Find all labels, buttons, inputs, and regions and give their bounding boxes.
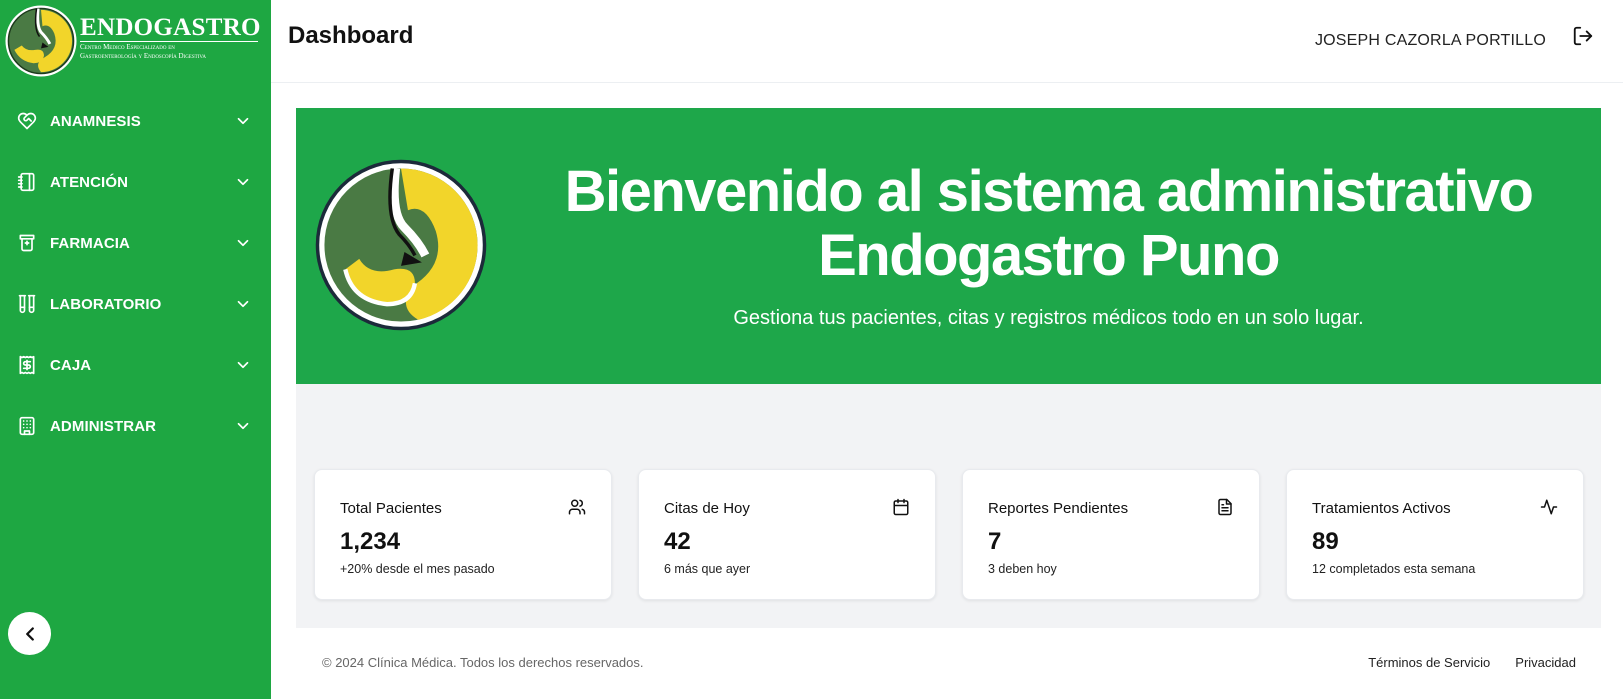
document-icon <box>1218 498 1232 516</box>
chevron-down-icon <box>237 422 249 430</box>
brand-divider <box>80 41 258 42</box>
main-content: Bienvenido al sistema administrativo End… <box>296 108 1601 628</box>
building-icon <box>19 416 35 436</box>
top-header: Dashboard JOSEPH CAZORLA PORTILLO <box>271 0 1623 83</box>
chevron-down-icon <box>237 239 249 247</box>
page-title: Dashboard <box>288 22 414 49</box>
stat-card-total-pacientes: Total Pacientes 1,234 +20% desde el mes … <box>314 469 612 600</box>
welcome-title-line1: Bienvenido al sistema administrativo <box>564 159 1534 224</box>
sidebar-item-atencion[interactable]: ATENCIÓN <box>0 152 271 213</box>
chevron-down-icon <box>237 117 249 125</box>
stat-card-title: Reportes Pendientes <box>988 500 1129 517</box>
sidebar-item-caja[interactable]: CAJA <box>0 335 271 396</box>
brand-name: ENDOGASTRO <box>80 14 261 41</box>
terms-link[interactable]: Términos de Servicio <box>1368 655 1490 670</box>
sidebar-item-laboratorio[interactable]: LABORATORIO <box>0 274 271 335</box>
activity-icon <box>1540 499 1558 515</box>
stat-card-note: 3 deben hoy <box>988 562 1057 576</box>
sidebar-item-label: ATENCIÓN <box>50 174 129 191</box>
brand-subtitle: Centro Medico Especializado en Gastroent… <box>80 43 270 61</box>
collapse-sidebar-button[interactable] <box>8 612 51 655</box>
chevron-down-icon <box>237 300 249 308</box>
stats-cards: Total Pacientes 1,234 +20% desde el mes … <box>314 469 1584 600</box>
stat-card-title: Citas de Hoy <box>664 500 750 517</box>
stat-card-reportes-pendientes: Reportes Pendientes 7 3 deben hoy <box>962 469 1260 600</box>
endogastro-logo-icon <box>5 5 77 77</box>
stat-card-value: 1,234 <box>340 528 401 555</box>
logout-button[interactable] <box>1571 25 1595 49</box>
medicine-bottle-icon <box>19 234 35 252</box>
stat-card-title: Total Pacientes <box>340 500 442 517</box>
copyright-text: © 2024 Clínica Médica. Todos los derecho… <box>322 655 644 670</box>
stat-card-value: 89 <box>1312 528 1339 555</box>
calendar-icon <box>893 498 909 516</box>
stat-card-citas-de-hoy: Citas de Hoy 42 6 más que ayer <box>638 469 936 600</box>
stat-card-note: 12 completados esta semana <box>1312 562 1476 576</box>
endogastro-logo-icon <box>315 159 487 331</box>
page-footer: © 2024 Clínica Médica. Todos los derecho… <box>271 628 1623 699</box>
brand-header[interactable]: ENDOGASTRO Centro Medico Especializado e… <box>0 0 271 84</box>
stat-card-value: 7 <box>988 528 1002 555</box>
welcome-title-line2: Endogastro Puno <box>818 223 1280 288</box>
chevron-down-icon <box>237 361 249 369</box>
users-icon <box>568 499 586 515</box>
logout-icon <box>1573 26 1593 46</box>
welcome-title: Bienvenido al sistema administrativo End… <box>496 160 1601 288</box>
sidebar-item-label: CAJA <box>50 357 92 374</box>
welcome-banner: Bienvenido al sistema administrativo End… <box>296 108 1601 384</box>
notebook-icon <box>17 172 35 192</box>
stat-card-note: +20% desde el mes pasado <box>340 562 495 576</box>
receipt-dollar-icon <box>19 355 35 375</box>
footer-links: Términos de Servicio Privacidad <box>1368 655 1576 670</box>
sidebar-item-label: FARMACIA <box>50 235 130 252</box>
brand-subtitle-line2: Gastroenterología y Endoscopía Digestiva <box>80 52 206 60</box>
sidebar-item-label: ADMINISTRAR <box>50 418 157 435</box>
welcome-subtitle: Gestiona tus pacientes, citas y registro… <box>733 307 1364 329</box>
sidebar-item-administrar[interactable]: ADMINISTRAR <box>0 396 271 457</box>
sidebar: ENDOGASTRO Centro Medico Especializado e… <box>0 0 271 699</box>
stat-card-note: 6 más que ayer <box>664 562 751 576</box>
sidebar-item-anamnesis[interactable]: ANAMNESIS <box>0 91 271 152</box>
sidebar-item-label: LABORATORIO <box>50 296 162 313</box>
chevron-left-icon <box>25 626 34 641</box>
test-tubes-icon <box>18 294 36 314</box>
stat-card-tratamientos-activos: Tratamientos Activos 89 12 completados e… <box>1286 469 1584 600</box>
user-name[interactable]: JOSEPH CAZORLA PORTILLO <box>1315 32 1546 50</box>
sidebar-item-farmacia[interactable]: FARMACIA <box>0 213 271 274</box>
stat-card-value: 42 <box>664 528 691 555</box>
chevron-down-icon <box>237 178 249 186</box>
stat-card-title: Tratamientos Activos <box>1312 500 1451 517</box>
heart-handshake-icon <box>17 112 37 130</box>
sidebar-item-label: ANAMNESIS <box>50 113 141 130</box>
brand-subtitle-line1: Centro Medico Especializado en <box>80 43 175 51</box>
sidebar-nav: ANAMNESIS ATENCIÓN FARMACIA LABORATORIO <box>0 91 271 457</box>
privacy-link[interactable]: Privacidad <box>1515 655 1576 670</box>
